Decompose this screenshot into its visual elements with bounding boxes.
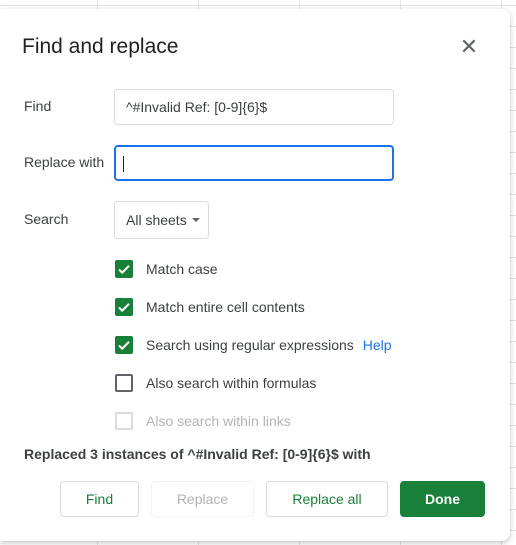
find-replace-dialog: Find and replace ✕ Find ^#Invalid Ref: [… xyxy=(0,9,510,541)
find-input-value: ^#Invalid Ref: [0-9]{6}$ xyxy=(126,99,268,115)
help-link[interactable]: Help xyxy=(363,337,392,353)
replace-all-button[interactable]: Replace all xyxy=(266,481,388,517)
find-label: Find xyxy=(24,98,52,114)
replace-button: Replace xyxy=(151,481,254,517)
text-caret xyxy=(123,156,124,173)
find-button[interactable]: Find xyxy=(60,481,139,517)
match-case-checkbox[interactable]: Match case xyxy=(115,259,218,279)
search-formulas-checkbox[interactable]: Also search within formulas xyxy=(115,373,316,393)
close-icon[interactable]: ✕ xyxy=(458,36,480,58)
search-links-checkbox: Also search within links xyxy=(115,411,291,431)
checkmark-icon xyxy=(115,260,133,278)
find-input[interactable]: ^#Invalid Ref: [0-9]{6}$ xyxy=(114,89,394,125)
match-entire-cell-checkbox[interactable]: Match entire cell contents xyxy=(115,297,305,317)
checkmark-icon xyxy=(115,336,133,354)
search-scope-dropdown[interactable]: All sheets xyxy=(114,201,209,239)
done-button[interactable]: Done xyxy=(400,481,485,517)
dropdown-arrow-icon xyxy=(192,218,200,222)
replace-input[interactable] xyxy=(114,145,394,181)
status-message: Replaced 3 instances of ^#Invalid Ref: [… xyxy=(24,446,371,462)
search-label: Search xyxy=(24,211,69,227)
replace-label: Replace with xyxy=(24,154,105,170)
regex-checkbox[interactable]: Search using regular expressions Help xyxy=(115,335,392,355)
checkmark-icon xyxy=(115,298,133,316)
dialog-title: Find and replace xyxy=(22,35,179,58)
